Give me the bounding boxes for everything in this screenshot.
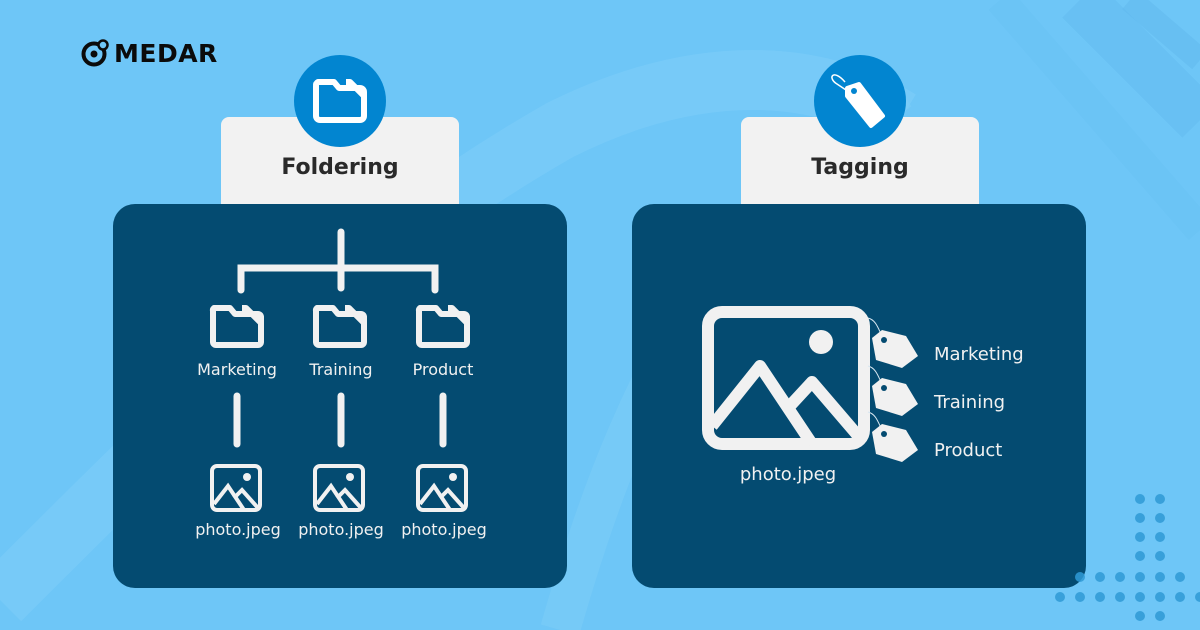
- decorative-dot: [1155, 551, 1165, 561]
- decorative-dot: [1075, 572, 1085, 582]
- decorative-dot: [1155, 572, 1165, 582]
- decorative-dot: [1135, 611, 1145, 621]
- decorative-dot: [1155, 592, 1165, 602]
- image-icon: [416, 464, 468, 512]
- decorative-dot: [1095, 572, 1105, 582]
- image-icon: [313, 464, 365, 512]
- decorative-dots: [1055, 494, 1200, 621]
- decorative-dot: [1135, 494, 1145, 504]
- folder-icon: [312, 305, 367, 348]
- image-icon: [210, 464, 262, 512]
- decorative-dot: [1135, 532, 1145, 542]
- decorative-dot: [1195, 592, 1200, 602]
- decorative-dot: [1135, 513, 1145, 523]
- folder-label: Training: [309, 360, 373, 379]
- decorative-dot: [1075, 592, 1085, 602]
- decorative-dot: [1135, 551, 1145, 561]
- decorative-dot: [1055, 592, 1065, 602]
- folder-label: Product: [412, 360, 474, 379]
- decorative-dot: [1175, 592, 1185, 602]
- tagging-panel: Marketing Training Product photo.jpeg: [632, 204, 1086, 588]
- folder-icon: [415, 305, 470, 348]
- brand-name: MEDAR: [114, 38, 218, 68]
- tag-icon: [831, 74, 885, 128]
- tagging-badge: [814, 55, 906, 147]
- decorative-dot: [1155, 494, 1165, 504]
- decorative-dot: [1115, 592, 1125, 602]
- decorative-dot: [1155, 513, 1165, 523]
- tag-icon: [867, 411, 918, 462]
- file-label: photo.jpeg: [401, 520, 487, 539]
- folder-label: Marketing: [197, 360, 277, 379]
- medar-logo-icon: [81, 39, 109, 67]
- file-label: photo.jpeg: [739, 464, 837, 485]
- tagging-diagram: [702, 306, 918, 462]
- file-label: photo.jpeg: [298, 520, 384, 539]
- tag-icon: [867, 317, 918, 368]
- folder-icon: [209, 305, 264, 348]
- decorative-dot: [1135, 592, 1145, 602]
- foldering-badge: [294, 55, 386, 147]
- tag-label: Marketing: [934, 344, 1024, 365]
- tag-label: Training: [934, 392, 1006, 413]
- decorative-dot: [1155, 532, 1165, 542]
- large-image-icon: [702, 306, 870, 450]
- foldering-panel: Marketing Training Product photo.jpeg ph…: [113, 204, 567, 588]
- decorative-dot: [1115, 572, 1125, 582]
- decorative-dot: [1135, 572, 1145, 582]
- decorative-dot: [1155, 611, 1165, 621]
- brand-logo: MEDAR: [80, 38, 218, 68]
- decorative-dot: [1175, 572, 1185, 582]
- tag-icon: [867, 365, 918, 416]
- folder-icon: [312, 79, 367, 123]
- tagging-title: Tagging: [811, 155, 909, 180]
- decorative-dot: [1095, 592, 1105, 602]
- file-label: photo.jpeg: [195, 520, 281, 539]
- tag-label: Product: [934, 440, 1003, 461]
- foldering-title: Foldering: [281, 155, 399, 180]
